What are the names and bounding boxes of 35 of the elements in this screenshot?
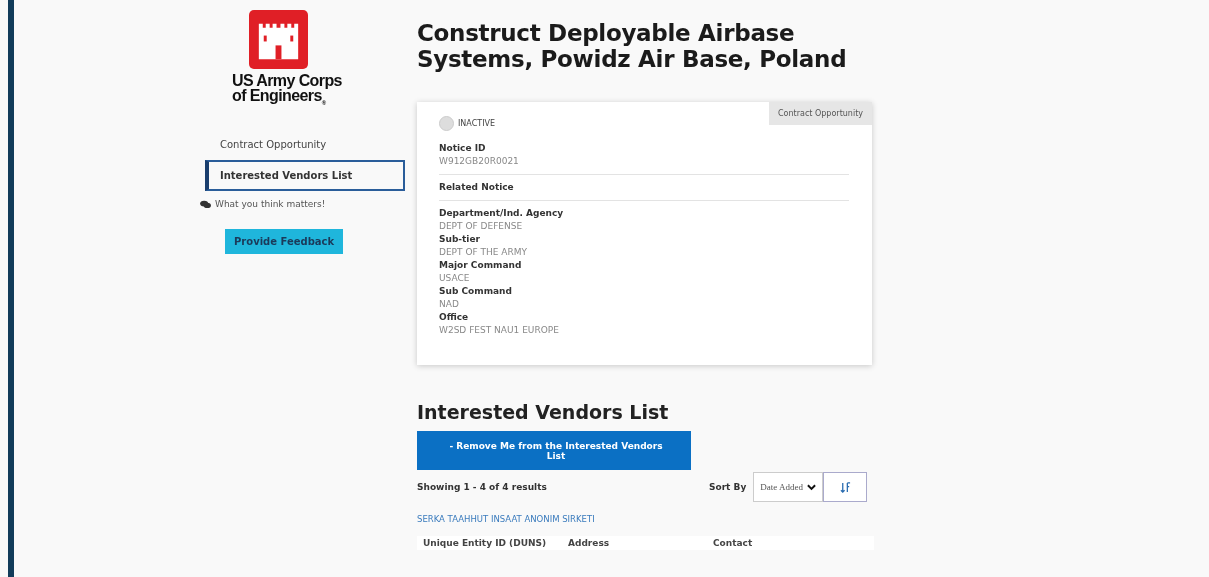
field-label: Office (439, 311, 470, 324)
notice-type-tag: Contract Opportunity (769, 102, 872, 125)
field-value: W912GB20R0021 (439, 155, 520, 168)
castle-logo-icon (249, 10, 308, 69)
chevron-down-icon (807, 483, 816, 491)
section-heading: Interested Vendors List (417, 401, 670, 423)
logo-text: US Army Corps of Engineers$_{®}$ (232, 73, 343, 109)
sort-label: Sort By (709, 482, 747, 492)
chat-icon (200, 199, 211, 209)
field-value: USACE (439, 272, 471, 285)
column-header: Unique Entity ID (DUNS) (423, 538, 548, 548)
status-label: INACTIVE (458, 118, 496, 128)
sidebar-item[interactable]: Contract Opportunity (205, 129, 405, 161)
remove-me-button[interactable]: - Remove Me from the Interested Vendors List (417, 431, 691, 470)
field-value: NAD (439, 298, 460, 311)
results-count: Showing 1 - 4 of 4 results (417, 482, 547, 492)
field-value: DEPT OF DEFENSE (439, 220, 524, 233)
vendor-link[interactable]: SERKA TAAHHUT INSAAT ANONIM SIRKETI (417, 514, 872, 524)
feedback-note: What you think matters! (215, 199, 326, 210)
field-value: DEPT OF THE ARMY (439, 246, 528, 259)
page-title: Construct Deployable Airbase Systems, Powidz Air Base, Poland (417, 20, 848, 72)
sidebar-item[interactable]: Interested Vendors List (205, 160, 405, 192)
column-header: Address (568, 538, 611, 548)
field-label: Major Command (439, 259, 523, 272)
column-header: Contact (713, 538, 754, 548)
field-value: W2SD FEST NAU1 EUROPE (439, 324, 560, 337)
sort-dropdown[interactable]: Date Added (753, 472, 823, 502)
field-label: Department/Ind. Agency (439, 207, 565, 220)
sort-order-button[interactable] (823, 472, 867, 502)
provide-feedback-button[interactable]: Provide Feedback (225, 229, 344, 255)
field-label: Sub Command (439, 285, 513, 298)
field-label: Sub-tier (439, 233, 481, 246)
field-label: Notice ID (439, 142, 487, 155)
field-label: Related Notice (439, 181, 515, 194)
sort-icon (839, 481, 851, 493)
